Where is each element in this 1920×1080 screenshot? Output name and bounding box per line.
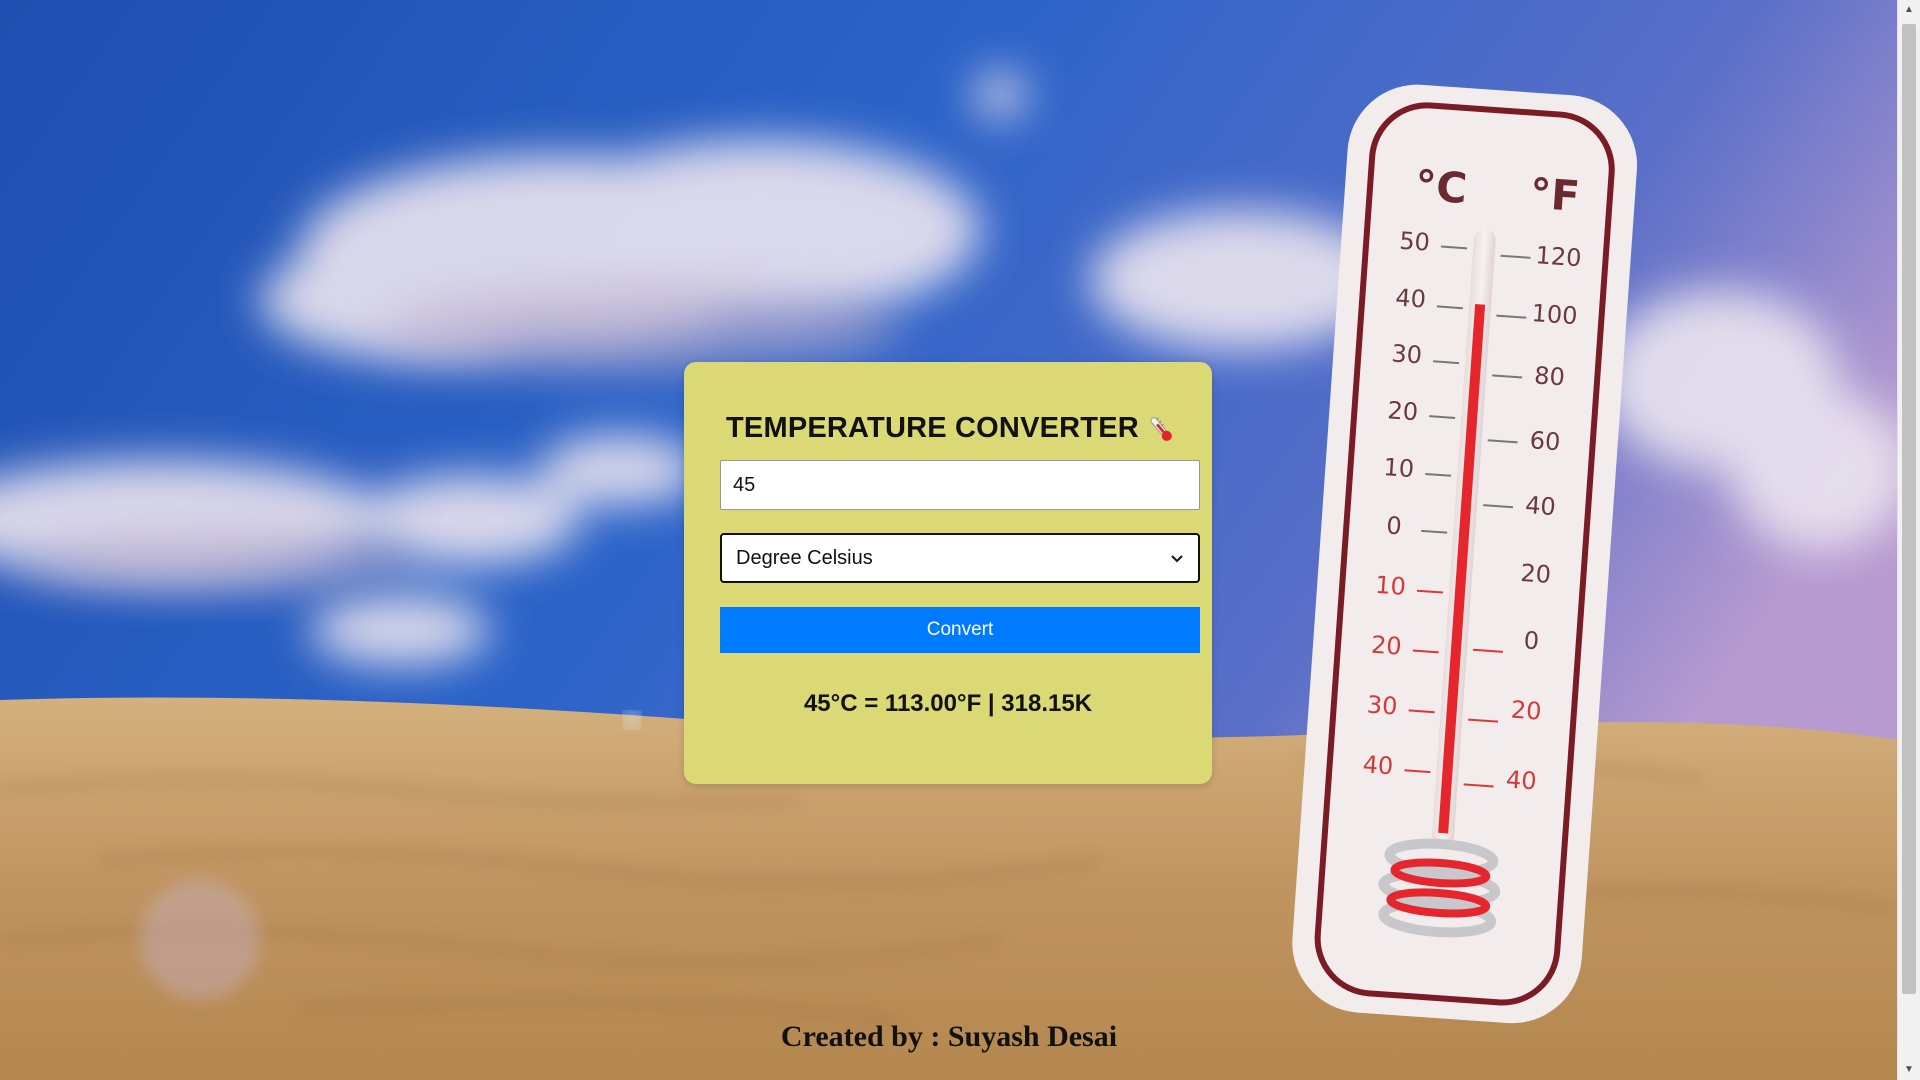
svg-text:40: 40 xyxy=(1394,284,1426,314)
scroll-down-icon[interactable]: ▼ xyxy=(1898,1060,1920,1080)
svg-text:10: 10 xyxy=(1383,453,1415,483)
svg-text:60: 60 xyxy=(1529,426,1561,456)
unit-select-value: Degree Celsius xyxy=(736,546,873,569)
svg-text:20: 20 xyxy=(1387,396,1419,426)
svg-text:40: 40 xyxy=(1524,491,1556,521)
svg-text:30: 30 xyxy=(1391,339,1423,369)
svg-text:0: 0 xyxy=(1523,626,1540,655)
thermometer-icon xyxy=(1150,416,1172,441)
thermo-f-label: °F xyxy=(1528,169,1581,221)
conversion-result: 45°C = 113.00°F | 318.15K xyxy=(803,690,1093,717)
vertical-scrollbar[interactable]: ▲ ▼ xyxy=(1897,0,1920,1080)
scroll-up-icon[interactable]: ▲ xyxy=(1898,0,1920,20)
svg-text:100: 100 xyxy=(1531,299,1579,330)
svg-text:20: 20 xyxy=(1370,631,1402,661)
svg-text:50: 50 xyxy=(1398,227,1430,257)
svg-text:20: 20 xyxy=(1510,696,1542,726)
temperature-input[interactable] xyxy=(720,460,1200,510)
svg-text:20: 20 xyxy=(1520,559,1552,589)
svg-text:10: 10 xyxy=(1374,571,1406,601)
scrollbar-thumb[interactable] xyxy=(1902,24,1916,994)
svg-text:30: 30 xyxy=(1366,691,1398,721)
thermo-c-label: °C xyxy=(1414,161,1469,213)
svg-text:40: 40 xyxy=(1362,750,1394,780)
unit-select[interactable]: Degree Celsius xyxy=(720,533,1200,583)
svg-text:40: 40 xyxy=(1505,765,1537,795)
svg-text:80: 80 xyxy=(1533,361,1565,391)
svg-text:120: 120 xyxy=(1535,241,1583,272)
footer-credit: Created by : Suyash Desai xyxy=(780,1020,1118,1053)
converter-title-text: TEMPERATURE CONVERTER xyxy=(726,412,1139,444)
chevron-down-icon xyxy=(1171,555,1183,563)
convert-button[interactable]: Convert xyxy=(720,607,1200,653)
svg-text:0: 0 xyxy=(1386,511,1403,540)
page: °C °F 50 40 30 20 10 0 120 100 80 60 40 … xyxy=(0,0,1920,1080)
converter-title: TEMPERATURE CONVERTER xyxy=(726,412,1177,445)
converter-card: TEMPERATURE CONVERTER Degree Celsius Con… xyxy=(684,362,1212,784)
